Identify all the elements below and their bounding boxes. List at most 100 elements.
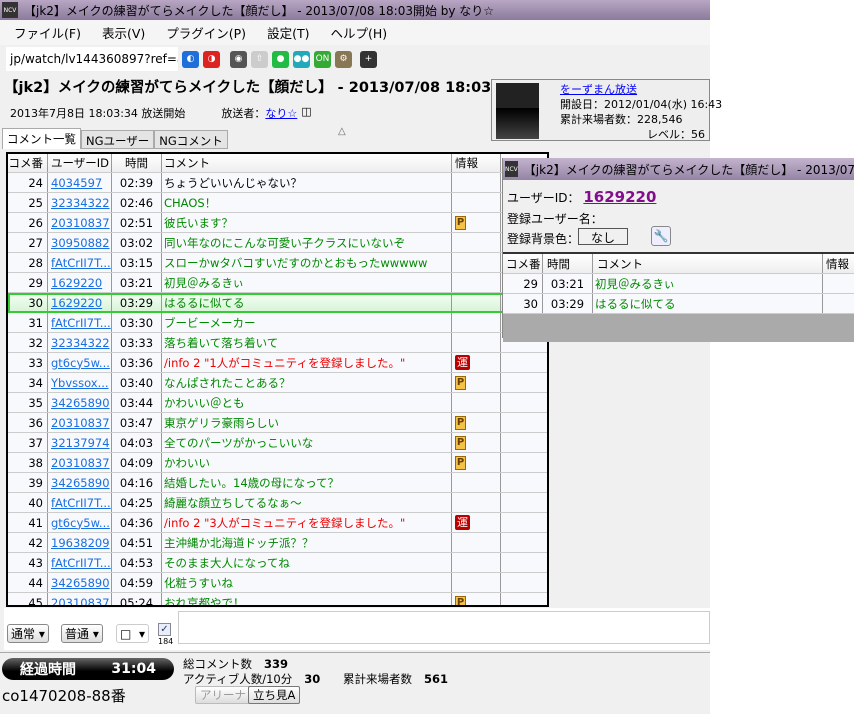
user-id-link[interactable]: 34265890 bbox=[51, 396, 110, 410]
popup-empty-area bbox=[503, 314, 854, 342]
comment-time: 03:29 bbox=[112, 293, 162, 312]
popup-col-info[interactable]: 情報 bbox=[823, 254, 854, 273]
menu-view[interactable]: 表示(V) bbox=[102, 23, 145, 42]
table-row[interactable]: 27 30950882 03:02 同い年なのにこんな可愛い子クラスにいないぞ bbox=[8, 233, 547, 253]
user-id-link[interactable]: Ybvssox... bbox=[51, 376, 109, 390]
collapse-arrow-icon[interactable]: △ bbox=[338, 126, 346, 137]
user-id-link[interactable]: 19638209 bbox=[51, 536, 110, 550]
community-link[interactable]: をーずまん放送 bbox=[560, 81, 637, 97]
user-id-link[interactable]: 34265890 bbox=[51, 576, 110, 590]
size-select-value: 普通 bbox=[65, 627, 90, 641]
total-comments-value: 339 bbox=[264, 657, 289, 671]
user-id-link[interactable]: 4034597 bbox=[51, 176, 102, 190]
premium-badge-icon: P bbox=[455, 435, 466, 450]
col-comment[interactable]: コメント bbox=[162, 154, 452, 172]
user-id-link[interactable]: fAtCrII7T... bbox=[51, 256, 111, 270]
menu-settings[interactable]: 設定(T) bbox=[267, 23, 309, 42]
table-row[interactable]: 35 34265890 03:44 かわいい＠とも bbox=[8, 393, 547, 413]
gear-icon[interactable]: ⚙ bbox=[335, 50, 352, 68]
table-row[interactable]: 42 19638209 04:51 主沖縄か北海道ドッチ派？？ bbox=[8, 533, 547, 553]
comment-no: 36 bbox=[8, 413, 48, 432]
popup-col-time[interactable]: 時間 bbox=[543, 254, 593, 273]
comment-text: ちょうどいいんじゃない？ bbox=[162, 173, 452, 192]
table-row[interactable]: 25 32334322 02:46 CHAOS！ bbox=[8, 193, 547, 213]
col-no[interactable]: コメ番 bbox=[8, 154, 48, 172]
popup-col-comment[interactable]: コメント bbox=[593, 254, 823, 273]
user-icon[interactable]: ● bbox=[272, 50, 289, 68]
tab-ng-users[interactable]: NGユーザー bbox=[81, 130, 155, 149]
popup-col-no[interactable]: コメ番 bbox=[503, 254, 543, 273]
disconnect-icon[interactable]: ◑ bbox=[203, 50, 220, 68]
camera-icon[interactable]: ◉ bbox=[230, 50, 247, 68]
user-id-link[interactable]: 32137974 bbox=[51, 436, 110, 450]
user-id-link[interactable]: 32334322 bbox=[51, 196, 110, 210]
popup-table-row[interactable]: 30 03:29 はるるに似てる bbox=[503, 294, 854, 314]
table-row[interactable]: 41 gt6cy5w... 04:36 /info 2 "3人がコミュニティを登… bbox=[8, 513, 547, 533]
comment-text-input[interactable] bbox=[178, 611, 710, 644]
upload-icon[interactable]: ⇧ bbox=[251, 50, 268, 68]
user-id-link[interactable]: 34265890 bbox=[51, 476, 110, 490]
user-id-link[interactable]: 20310837 bbox=[51, 216, 110, 230]
user-id-link[interactable]: 30950882 bbox=[51, 236, 110, 250]
broadcaster-link[interactable]: なり☆ bbox=[265, 105, 297, 121]
user-id-link[interactable]: 20310837 bbox=[51, 456, 110, 470]
speech-on-icon[interactable]: ON bbox=[314, 50, 331, 68]
col-user-id[interactable]: ユーザーID bbox=[48, 154, 112, 172]
user-id-link[interactable]: 1629220 bbox=[583, 188, 656, 206]
table-row[interactable]: 40 fAtCrII7T... 04:25 綺麗な顔立ちしてるなぁ～ bbox=[8, 493, 547, 513]
table-row[interactable]: 39 34265890 04:16 結婚したい。14歳の母になって？ bbox=[8, 473, 547, 493]
table-row[interactable]: 45 20310837 05:24 おれ京都やで！ P bbox=[8, 593, 547, 606]
seat-button[interactable]: 立ち見A bbox=[248, 686, 301, 704]
table-row[interactable]: 38 20310837 04:09 かわいい P bbox=[8, 453, 547, 473]
connect-icon[interactable]: ◐ bbox=[182, 50, 199, 68]
bg-color-value[interactable]: なし bbox=[578, 228, 628, 245]
anonymous-checkbox[interactable]: ✓ bbox=[158, 623, 171, 636]
table-row[interactable]: 33 gt6cy5w... 03:36 /info 2 "1人がコミュニティを登… bbox=[8, 353, 547, 373]
table-row[interactable]: 32 32334322 03:33 落ち着いて落ち着いて bbox=[8, 333, 547, 353]
comment-time: 04:59 bbox=[112, 573, 162, 592]
wrench-icon[interactable]: 🔧 bbox=[651, 226, 671, 246]
table-row[interactable]: 24 4034597 02:39 ちょうどいいんじゃない？ bbox=[8, 173, 547, 193]
table-row[interactable]: 28 fAtCrII7T... 03:15 スローかwタバコすいだすのかとおもっ… bbox=[8, 253, 547, 273]
plugin-add-icon[interactable]: + bbox=[360, 50, 377, 68]
menu-plugin[interactable]: プラグイン(P) bbox=[166, 23, 246, 42]
comment-text: 落ち着いて落ち着いて bbox=[162, 333, 452, 352]
users-icon[interactable]: ●● bbox=[293, 50, 310, 68]
table-row[interactable]: 26 20310837 02:51 彼氏います？ P bbox=[8, 213, 547, 233]
color-select[interactable]: □ ▾ bbox=[116, 624, 149, 643]
menu-help[interactable]: ヘルプ(H) bbox=[330, 23, 387, 42]
comment-time: 04:03 bbox=[112, 433, 162, 452]
user-id-link[interactable]: 1629220 bbox=[51, 296, 102, 310]
user-id-link[interactable]: 32334322 bbox=[51, 336, 110, 350]
niconico-face-icon: ◫ bbox=[301, 105, 312, 118]
table-row[interactable]: 36 20310837 03:47 東京ゲリラ豪雨らしい P bbox=[8, 413, 547, 433]
user-id-link[interactable]: gt6cy5w... bbox=[51, 516, 110, 530]
col-time[interactable]: 時間 bbox=[112, 154, 162, 172]
tab-comments[interactable]: コメント一覧 bbox=[2, 128, 81, 149]
popup-table-row[interactable]: 29 03:21 初見＠みるきぃ bbox=[503, 274, 854, 294]
popup-title: 【jk2】メイクの練習がてらメイクした【顔だし】 - 2013/07/08 18… bbox=[523, 162, 854, 177]
table-row[interactable]: 43 fAtCrII7T... 04:53 そのまま大人になってね bbox=[8, 553, 547, 573]
col-info[interactable]: 情報 bbox=[452, 154, 501, 172]
user-id-link[interactable]: 20310837 bbox=[51, 596, 110, 606]
table-row[interactable]: 30 1629220 03:29 はるるに似てる bbox=[8, 293, 547, 313]
url-input[interactable]: jp/watch/lv144360897?ref=alert_alert bbox=[6, 47, 178, 71]
user-id-link[interactable]: fAtCrII7T... bbox=[51, 556, 111, 570]
table-row[interactable]: 31 fAtCrII7T... 03:30 ブービーメーカー bbox=[8, 313, 547, 333]
user-id-link[interactable]: 20310837 bbox=[51, 416, 110, 430]
user-id-link[interactable]: gt6cy5w... bbox=[51, 356, 110, 370]
size-select[interactable]: 普通 ▾ bbox=[61, 624, 103, 643]
user-id-link[interactable]: 1629220 bbox=[51, 276, 102, 290]
table-row[interactable]: 44 34265890 04:59 化粧うすいね bbox=[8, 573, 547, 593]
command-select[interactable]: 通常 ▾ bbox=[7, 624, 49, 643]
user-id-link[interactable]: fAtCrII7T... bbox=[51, 496, 111, 510]
menu-file[interactable]: ファイル(F) bbox=[14, 23, 81, 42]
premium-badge-icon: P bbox=[455, 595, 466, 605]
table-row[interactable]: 37 32137974 04:03 全てのパーツがかっこいいな P bbox=[8, 433, 547, 453]
table-row[interactable]: 34 Ybvssox... 03:40 なんぱされたことある？ P bbox=[8, 373, 547, 393]
tab-ng-comments[interactable]: NGコメント bbox=[154, 130, 228, 149]
active-value: 30 bbox=[304, 672, 321, 686]
arena-button[interactable]: アリーナ bbox=[195, 686, 251, 704]
table-row[interactable]: 29 1629220 03:21 初見＠みるきぃ bbox=[8, 273, 547, 293]
user-id-link[interactable]: fAtCrII7T... bbox=[51, 316, 111, 330]
